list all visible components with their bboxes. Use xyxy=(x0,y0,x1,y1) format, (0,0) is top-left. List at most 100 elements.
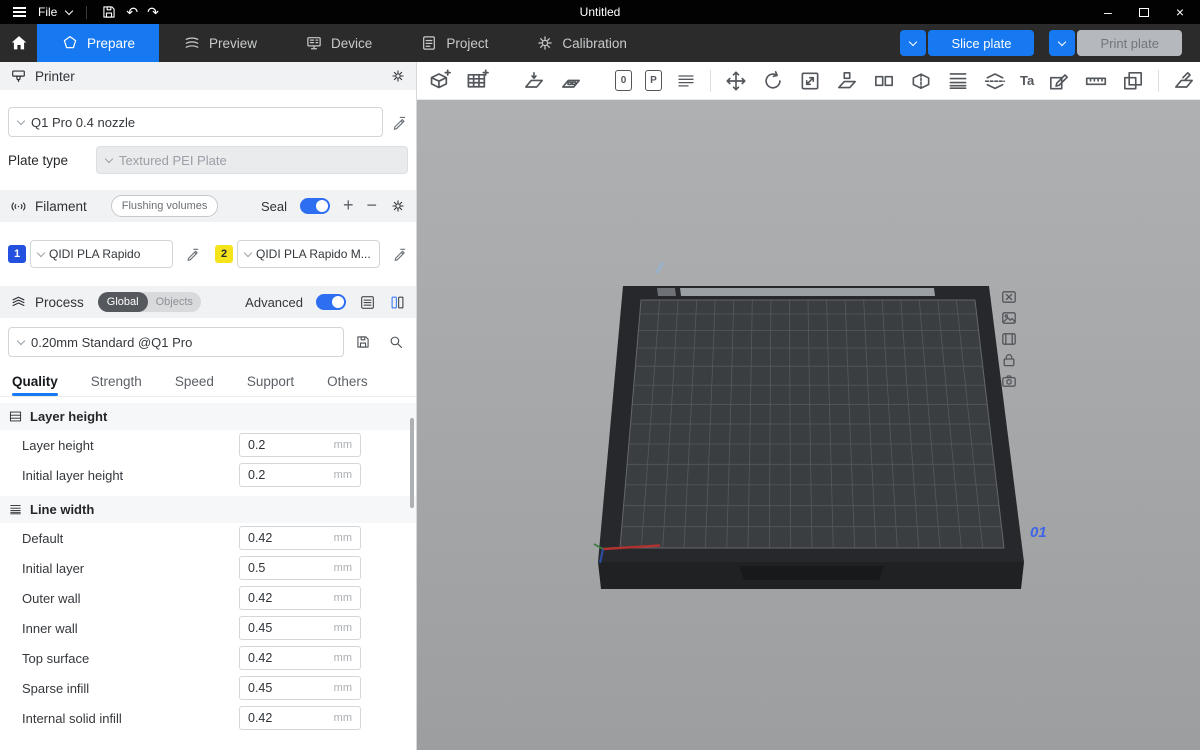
filament-slot-2-color[interactable]: 2 xyxy=(215,245,233,263)
param-unit: mm xyxy=(334,622,352,634)
tab-quality[interactable]: Quality xyxy=(12,366,58,396)
advanced-toggle[interactable] xyxy=(316,294,346,310)
seal-toggle[interactable] xyxy=(300,198,330,214)
main-nav: Prepare Preview Device Project Calibrati… xyxy=(0,24,1200,62)
scale-icon[interactable] xyxy=(798,69,822,93)
plate-logo-icon[interactable]: P xyxy=(645,70,662,91)
arrange-icon[interactable] xyxy=(559,69,583,93)
compare-presets-icon[interactable] xyxy=(389,294,406,311)
line-width-outer-wall-input[interactable]: 0.42 mm xyxy=(239,586,361,610)
measure-icon[interactable] xyxy=(1084,69,1108,93)
tab-support[interactable]: Support xyxy=(247,366,294,396)
scope-objects-button[interactable]: Objects xyxy=(148,296,201,308)
split-parts-icon[interactable] xyxy=(909,69,933,93)
menu-icon[interactable] xyxy=(13,11,26,13)
plate-name-icon[interactable]: 0 xyxy=(615,70,632,91)
print-options-button[interactable] xyxy=(1049,30,1075,56)
process-preset-dropdown[interactable]: 0.20mm Standard @Q1 Pro xyxy=(8,327,344,357)
edit-printer-icon[interactable] xyxy=(391,114,408,131)
add-filament-button[interactable]: + xyxy=(343,196,354,214)
maximize-button[interactable] xyxy=(1139,8,1149,17)
plate-film-icon[interactable] xyxy=(1001,331,1017,347)
plate-settings-icon[interactable] xyxy=(1001,373,1017,389)
plate-number-label[interactable]: 01 xyxy=(1030,524,1047,541)
edit-filament-2-icon[interactable] xyxy=(392,246,408,262)
save-icon[interactable] xyxy=(101,4,117,20)
tab-label: Preview xyxy=(209,36,257,51)
chevron-down-icon xyxy=(1058,37,1066,45)
flushing-volumes-button[interactable]: Flushing volumes xyxy=(111,195,219,217)
filament-1-dropdown[interactable]: QIDI PLA Rapido xyxy=(30,240,173,268)
file-menu-chevron-icon[interactable] xyxy=(65,6,73,14)
line-width-default-input[interactable]: 0.42 mm xyxy=(239,526,361,550)
text-tool-icon[interactable]: Ta xyxy=(1020,73,1034,88)
scope-global-button[interactable]: Global xyxy=(98,292,148,312)
undo-icon[interactable]: ↶ xyxy=(126,5,138,19)
tab-label: Calibration xyxy=(562,36,627,51)
rotate-icon[interactable] xyxy=(761,69,785,93)
search-icon[interactable] xyxy=(388,334,404,350)
process-preset-value: 0.20mm Standard @Q1 Pro xyxy=(31,335,192,350)
tab-preview[interactable]: Preview xyxy=(159,24,281,62)
titlebar-divider xyxy=(86,6,87,19)
line-width-top-surface-input[interactable]: 0.42 mm xyxy=(239,646,361,670)
tab-speed[interactable]: Speed xyxy=(175,366,214,396)
add-plate-icon[interactable] xyxy=(465,68,490,93)
tab-strength[interactable]: Strength xyxy=(91,366,142,396)
edit-filament-1-icon[interactable] xyxy=(185,246,201,262)
build-plate[interactable] xyxy=(417,100,1200,750)
printer-preset-dropdown[interactable]: Q1 Pro 0.4 nozzle xyxy=(8,107,383,137)
parameter-list-icon[interactable] xyxy=(359,294,376,311)
printer-settings-gear-icon[interactable] xyxy=(390,68,406,84)
split-objects-icon[interactable] xyxy=(872,69,896,93)
line-width-initial-layer-input[interactable]: 0.5 mm xyxy=(239,556,361,580)
tab-project[interactable]: Project xyxy=(396,24,512,62)
viewport-3d[interactable]: 01 xyxy=(417,100,1200,750)
lay-on-face-icon[interactable] xyxy=(835,69,859,93)
move-icon[interactable] xyxy=(724,69,748,93)
window-title: Untitled xyxy=(0,5,1200,19)
seam-paint-icon[interactable] xyxy=(1047,69,1071,93)
tab-calibration[interactable]: Calibration xyxy=(512,24,651,62)
redo-icon[interactable]: ↷ xyxy=(147,5,159,19)
sidebar-scrollbar[interactable] xyxy=(410,418,414,508)
save-preset-icon[interactable] xyxy=(355,334,371,350)
tab-others[interactable]: Others xyxy=(327,366,368,396)
titlebar: File ↶ ↷ Untitled – × xyxy=(0,0,1200,24)
layer-height-input[interactable]: 0.2 mm xyxy=(239,433,361,457)
minimize-button[interactable]: – xyxy=(1104,5,1112,19)
param-unit: mm xyxy=(334,712,352,724)
print-plate-button[interactable]: Print plate xyxy=(1077,30,1182,56)
param-row: Top surface 0.42 mm xyxy=(0,643,416,673)
tab-device[interactable]: Device xyxy=(281,24,396,62)
param-row: Layer height 0.2 mm xyxy=(0,430,416,460)
line-width-internal-solid-infill-input[interactable]: 0.42 mm xyxy=(239,706,361,730)
cut-icon[interactable] xyxy=(983,69,1007,93)
delete-plate-icon[interactable] xyxy=(1001,289,1017,305)
file-menu[interactable]: File xyxy=(38,5,57,19)
assembly-view-icon[interactable] xyxy=(1121,69,1145,93)
tab-label: Prepare xyxy=(87,36,135,51)
remove-filament-button[interactable]: − xyxy=(366,196,377,214)
variable-layer-height-icon[interactable] xyxy=(946,69,970,93)
plate-image-icon[interactable] xyxy=(1001,310,1017,326)
line-width-inner-wall-input[interactable]: 0.45 mm xyxy=(239,616,361,640)
tab-prepare[interactable]: Prepare xyxy=(37,24,159,62)
filament-slot-1-color[interactable]: 1 xyxy=(8,245,26,263)
line-width-sparse-infill-input[interactable]: 0.45 mm xyxy=(239,676,361,700)
param-value: 0.2 xyxy=(248,468,334,482)
paint-icon[interactable] xyxy=(1172,69,1196,93)
plate-action-bar xyxy=(1001,289,1017,389)
lock-plate-icon[interactable] xyxy=(1001,352,1017,368)
auto-orient-icon[interactable] xyxy=(522,69,546,93)
close-button[interactable]: × xyxy=(1176,5,1184,19)
add-object-icon[interactable] xyxy=(427,68,452,93)
slice-plate-button[interactable]: Slice plate xyxy=(928,30,1034,56)
filament-settings-gear-icon[interactable] xyxy=(390,198,406,214)
plate-lines-icon[interactable] xyxy=(675,70,697,92)
filament-2-dropdown[interactable]: QIDI PLA Rapido M... xyxy=(237,240,380,268)
initial-layer-height-input[interactable]: 0.2 mm xyxy=(239,463,361,487)
plate-type-dropdown[interactable]: Textured PEI Plate xyxy=(96,146,408,174)
home-button[interactable] xyxy=(0,24,37,62)
slice-options-button[interactable] xyxy=(900,30,926,56)
